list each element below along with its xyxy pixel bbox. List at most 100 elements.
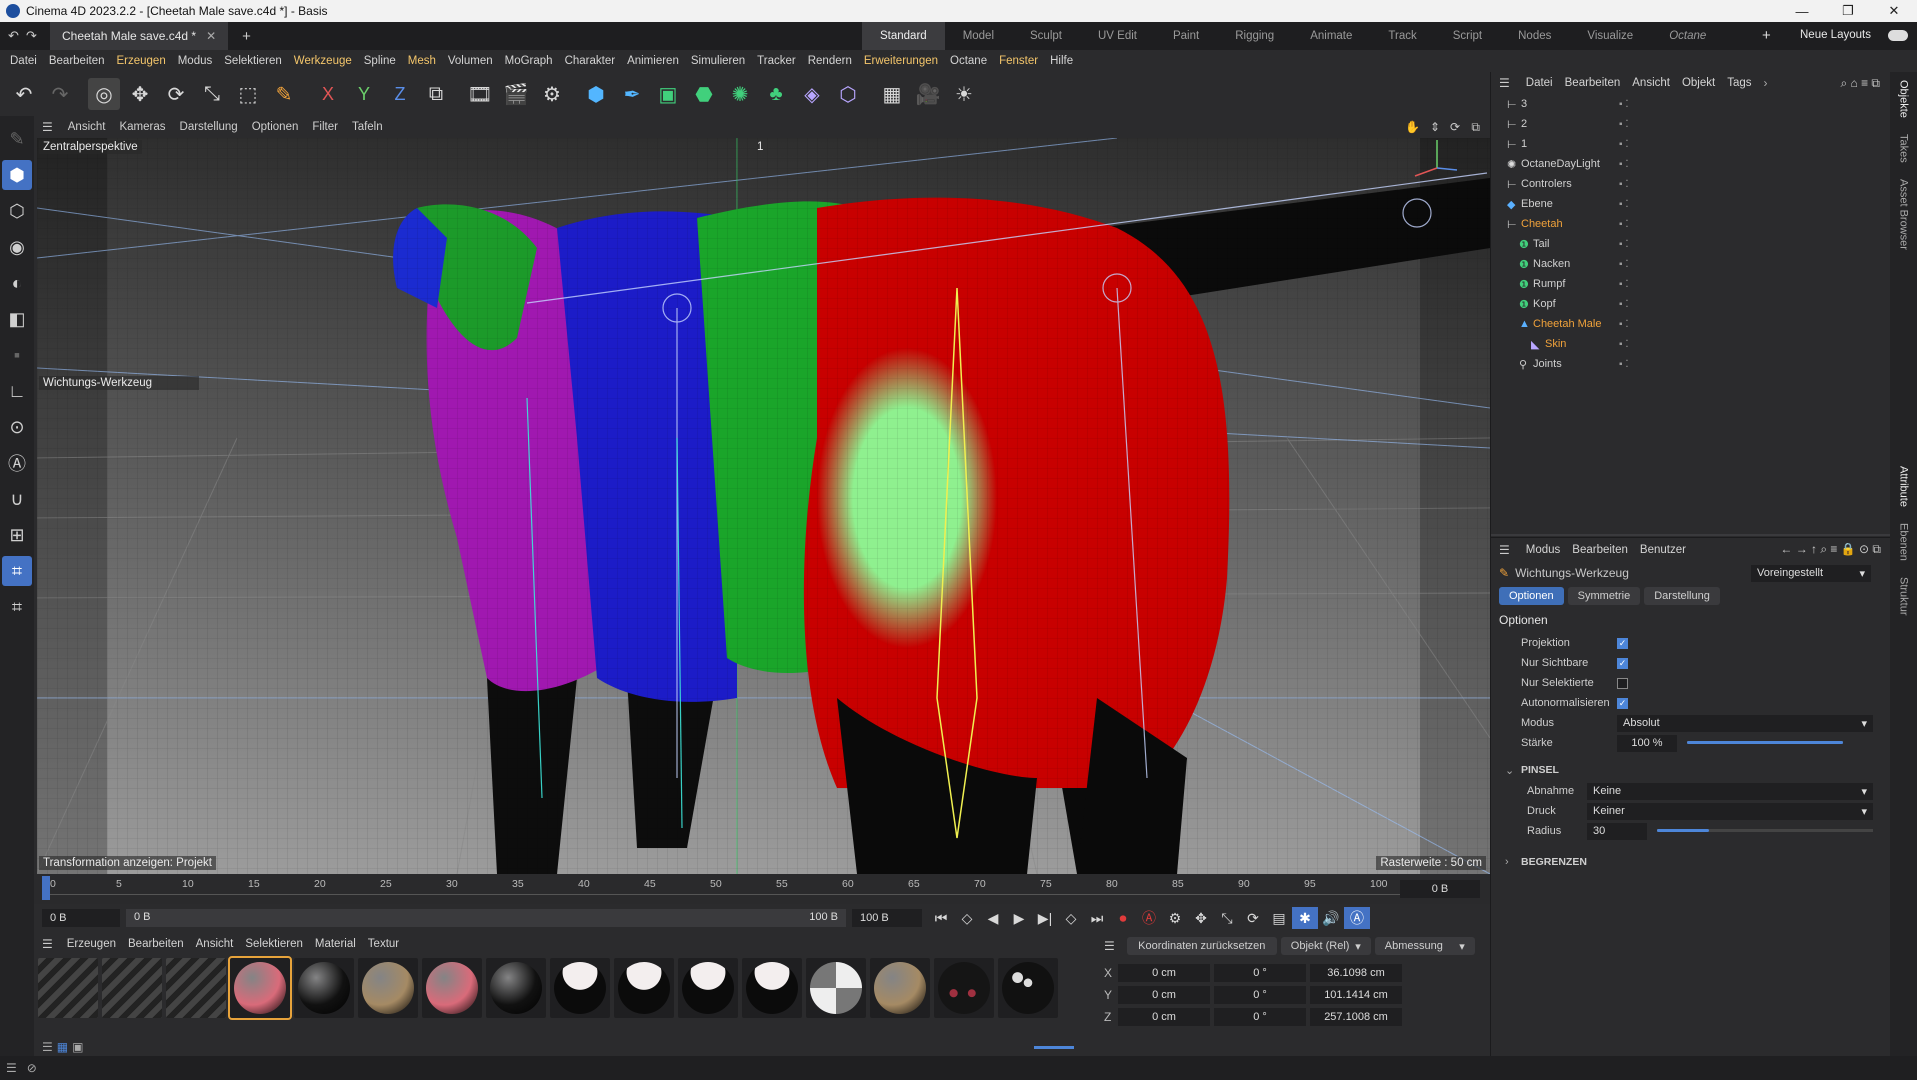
visibility-toggle[interactable]: ▪ ⁚	[1619, 279, 1629, 290]
coord-position-field[interactable]: 0 cm	[1118, 964, 1210, 982]
object-row[interactable]: ❶ Kopf ▪ ⁚	[1491, 294, 1890, 314]
list-view-icon[interactable]: ☰	[42, 1040, 53, 1054]
material-swatch[interactable]	[998, 958, 1058, 1018]
viewport-menu-tafeln[interactable]: Tafeln	[345, 121, 390, 133]
light-icon[interactable]: ☀	[948, 78, 980, 110]
document-tab[interactable]: Cheetah Male save.c4d * ✕	[50, 22, 229, 50]
layout-tab-uv-edit[interactable]: UV Edit	[1080, 22, 1155, 50]
abnahme-dropdown[interactable]: Keine ▾	[1587, 782, 1873, 800]
subdivision-icon[interactable]: ▣	[652, 78, 684, 110]
side-tab-ebenen[interactable]: Ebenen	[1898, 515, 1910, 569]
material-swatch[interactable]	[422, 958, 482, 1018]
menu-datei[interactable]: Datei	[4, 55, 43, 67]
cube-primitive-icon[interactable]: ⬢	[580, 78, 612, 110]
axis-mode-icon[interactable]: ∟	[2, 376, 32, 406]
render-view-icon[interactable]: 🎞	[464, 78, 496, 110]
key-scale-icon[interactable]: ⤡	[1214, 907, 1240, 929]
visibility-toggle[interactable]: ▪ ⁚	[1619, 179, 1629, 190]
key-pla-icon[interactable]: ✱	[1292, 907, 1318, 929]
menu-volumen[interactable]: Volumen	[442, 55, 499, 67]
undo-icon[interactable]: ↶	[8, 78, 40, 110]
viewport-menu-optionen[interactable]: Optionen	[245, 121, 306, 133]
new-layouts-button[interactable]: Neue Layouts	[1800, 29, 1871, 41]
visibility-toggle[interactable]: ▪ ⁚	[1619, 139, 1629, 150]
go-to-start-icon[interactable]: ⏮	[928, 907, 954, 929]
viewport[interactable]: Zentralperspektive 1 Wichtungs-Werkzeug …	[37, 138, 1490, 874]
coord-mode-dropdown[interactable]: Objekt (Rel) ▾	[1280, 937, 1371, 955]
menu-octane[interactable]: Octane	[944, 55, 993, 67]
staerke-slider[interactable]	[1687, 741, 1843, 744]
spline-pen-icon[interactable]: ✒	[616, 78, 648, 110]
viewport-menu-ansicht[interactable]: Ansicht	[61, 121, 113, 133]
attribute-menu-modus[interactable]: Modus	[1520, 544, 1567, 556]
next-key-icon[interactable]: ◇	[1058, 907, 1084, 929]
close-window-button[interactable]: ✕	[1871, 0, 1917, 22]
rotate-tool-icon[interactable]: ⟳	[160, 78, 192, 110]
modus-dropdown[interactable]: Absolut ▾	[1617, 714, 1873, 732]
transform-tool-icon[interactable]: ⬚	[232, 78, 264, 110]
reset-coordinates-button[interactable]: Koordinaten zurücksetzen	[1126, 937, 1277, 955]
side-tab-objekte[interactable]: Objekte	[1898, 72, 1910, 126]
object-row[interactable]: ⊢ 1 ▪ ⁚	[1491, 134, 1890, 154]
magnet-snap-icon[interactable]: ∪	[2, 484, 32, 514]
object-row[interactable]: ✺ OctaneDayLight ▪ ⁚	[1491, 154, 1890, 174]
radius-field[interactable]: 30	[1587, 822, 1647, 840]
floor-grid-icon[interactable]: ▦	[876, 78, 908, 110]
menu-hilfe[interactable]: Hilfe	[1044, 55, 1079, 67]
visibility-toggle[interactable]: ▪ ⁚	[1619, 319, 1629, 330]
render-settings-icon[interactable]: ⚙	[536, 78, 568, 110]
play-icon[interactable]: ▶	[1006, 907, 1032, 929]
object-row[interactable]: ❶ Rumpf ▪ ⁚	[1491, 274, 1890, 294]
grid-snap-icon[interactable]: ⌗	[2, 556, 32, 586]
layout-tab-visualize[interactable]: Visualize	[1569, 22, 1651, 50]
locked-workplane-icon[interactable]: ⌗	[2, 592, 32, 622]
checkbox[interactable]: ✓	[1617, 697, 1628, 709]
visibility-toggle[interactable]: ▪ ⁚	[1619, 339, 1629, 350]
maximize-button[interactable]: ❐	[1825, 0, 1871, 22]
viewport-pan-icon[interactable]: ✋	[1405, 120, 1420, 134]
visibility-toggle[interactable]: ▪ ⁚	[1619, 259, 1629, 270]
move-tool-icon[interactable]: ✥	[124, 78, 156, 110]
object-row[interactable]: ⊢ Controlers ▪ ⁚	[1491, 174, 1890, 194]
coord-size-field[interactable]: 101.1414 cm	[1310, 986, 1402, 1004]
y-axis-lock-button[interactable]: Y	[348, 78, 380, 110]
end-frame-field[interactable]: 100 B	[852, 909, 922, 927]
layout-tab-nodes[interactable]: Nodes	[1500, 22, 1569, 50]
record-icon[interactable]: ⏺	[1110, 907, 1136, 929]
material-swatch[interactable]	[550, 958, 610, 1018]
side-tab-struktur[interactable]: Struktur	[1898, 569, 1910, 624]
uv-mode-icon[interactable]: ▪	[2, 340, 32, 370]
layout-tab-standard[interactable]: Standard	[862, 22, 945, 50]
side-tab-takes[interactable]: Takes	[1898, 126, 1910, 171]
object-row[interactable]: ❶ Nacken ▪ ⁚	[1491, 254, 1890, 274]
visibility-toggle[interactable]: ▪ ⁚	[1619, 99, 1629, 110]
camera-icon[interactable]: 🎥	[912, 78, 944, 110]
visibility-toggle[interactable]: ▪ ⁚	[1619, 119, 1629, 130]
key-position-icon[interactable]: ✥	[1188, 907, 1214, 929]
texture-mode-icon[interactable]: ⊙	[2, 412, 32, 442]
field-icon[interactable]: ⬡	[832, 78, 864, 110]
begrenzen-section-row[interactable]: › BEGRENZEN	[1491, 851, 1891, 873]
weight-brush-icon[interactable]: ✎	[268, 78, 300, 110]
timeline-ruler[interactable]: 0 5 10 15 20 25 30 35 40 45 50 55 60 65 70 75 80 85 90 95 10…	[34, 874, 1490, 904]
mograph-effector-icon[interactable]: ♣	[760, 78, 792, 110]
prev-frame-icon[interactable]: ◀	[980, 907, 1006, 929]
object-menu-bearbeiten[interactable]: Bearbeiten	[1559, 77, 1627, 89]
minimize-button[interactable]: —	[1779, 0, 1825, 22]
visibility-toggle[interactable]: ▪ ⁚	[1619, 219, 1629, 230]
menu-selektieren[interactable]: Selektieren	[218, 55, 288, 67]
object-row[interactable]: ⊢ 3 ▪ ⁚	[1491, 94, 1890, 114]
viewport-menu-kameras[interactable]: Kameras	[112, 121, 172, 133]
viewport-maximize-icon[interactable]: ⧉	[1471, 120, 1480, 135]
object-row[interactable]: ◆ Ebene ▪ ⁚	[1491, 194, 1890, 214]
select-tool-icon[interactable]: ◎	[88, 78, 120, 110]
material-menu-erzeugen[interactable]: Erzeugen	[61, 938, 122, 950]
layout-tab-sculpt[interactable]: Sculpt	[1012, 22, 1080, 50]
add-tab-button[interactable]: +	[242, 28, 251, 45]
visibility-toggle[interactable]: ▪ ⁚	[1619, 299, 1629, 310]
coord-menu-icon[interactable]: ☰	[1104, 939, 1115, 953]
material-menu-textur[interactable]: Textur	[362, 938, 405, 950]
checkbox[interactable]: ✓	[1617, 637, 1628, 649]
visibility-toggle[interactable]: ▪ ⁚	[1619, 239, 1629, 250]
staerke-field[interactable]: 100 %	[1617, 734, 1677, 752]
